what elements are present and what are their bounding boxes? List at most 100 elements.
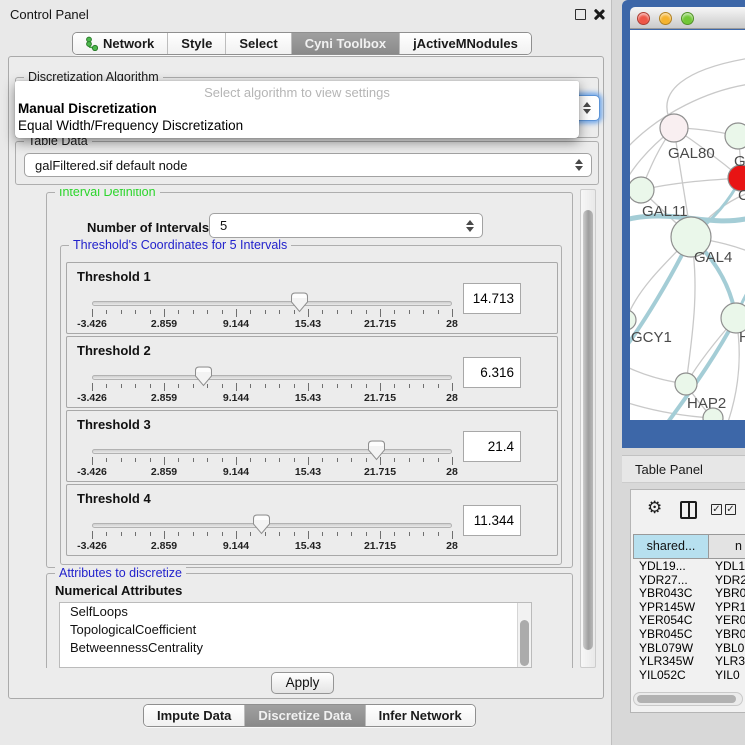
checkbox-icon[interactable]: ✓: [725, 504, 736, 515]
slider-tick: [279, 310, 280, 314]
slider-track[interactable]: [92, 375, 452, 380]
table-cell: YBL079W: [633, 641, 709, 655]
table-horizontal-scrollbar[interactable]: [633, 692, 743, 706]
scrollbar-thumb[interactable]: [583, 210, 593, 650]
network-node-label: C: [738, 187, 745, 204]
combo-stepper-icon: [575, 159, 583, 171]
tab-jactivemnodules[interactable]: jActiveMNodules: [400, 33, 531, 54]
table-rows: YDL19...YDL1YDR27...YDR2YBR043CYBR0YPR14…: [633, 559, 745, 681]
table-column-header-n[interactable]: n: [709, 534, 745, 559]
gear-icon[interactable]: ⚙: [647, 498, 662, 518]
network-node[interactable]: [630, 310, 636, 330]
slider-handle[interactable]: [194, 366, 213, 387]
numerical-attributes-list[interactable]: SelfLoopsTopologicalCoefficientBetweenne…: [59, 602, 532, 668]
table-cell: YLR3: [709, 654, 745, 668]
apply-button[interactable]: Apply: [271, 672, 334, 694]
threshold-value-field[interactable]: 11.344: [463, 505, 521, 536]
table-row[interactable]: YDL19...YDL1: [633, 559, 745, 573]
table-row[interactable]: YER054CYER0: [633, 613, 745, 627]
scrollbar-thumb[interactable]: [637, 695, 736, 703]
scrollbar-thumb[interactable]: [520, 620, 529, 666]
threshold-value-field[interactable]: 14.713: [463, 283, 521, 314]
slider-tick: [380, 309, 381, 317]
slider-tick: [394, 532, 395, 536]
table-cell: YIL052C: [633, 668, 709, 682]
algorithm-option-manual-discretization[interactable]: Manual Discretization: [15, 100, 579, 117]
attribute-item-topologicalcoefficient[interactable]: TopologicalCoefficient: [60, 621, 531, 639]
slider-tick-label: -3.426: [77, 318, 107, 330]
slider-tick: [380, 383, 381, 391]
threshold-slider[interactable]: -3.4262.8599.14415.4321.71528: [92, 301, 452, 331]
table-row[interactable]: YBR043CYBR0: [633, 586, 745, 600]
zoom-traffic-light-icon[interactable]: [681, 12, 694, 25]
tab-infer-network[interactable]: Infer Network: [366, 705, 475, 726]
minimize-traffic-light-icon[interactable]: [659, 12, 672, 25]
network-node[interactable]: [725, 123, 745, 149]
table-data-combobox[interactable]: galFiltered.sif default node: [24, 153, 592, 177]
threshold-panel: Threshold 2 -3.4262.8599.14415.4321.7152…: [66, 336, 558, 408]
slider-handle[interactable]: [290, 292, 309, 313]
table-row[interactable]: YPR145WYPR1: [633, 600, 745, 614]
float-window-icon[interactable]: [575, 9, 586, 20]
attributes-list-scrollbar[interactable]: [517, 603, 531, 667]
slider-tick: [265, 310, 266, 314]
slider-track[interactable]: [92, 449, 452, 454]
slider-tick: [337, 532, 338, 536]
attribute-item-betweennesscentrality[interactable]: BetweennessCentrality: [60, 639, 531, 657]
control-panel-window: Control Panel NetworkStyleSelectCyni Too…: [0, 0, 612, 745]
slider-track[interactable]: [92, 301, 452, 306]
table-cell: YBR043C: [633, 586, 709, 600]
network-node[interactable]: [630, 177, 654, 203]
threshold-value-field[interactable]: 6.316: [463, 357, 521, 388]
slider-tick: [423, 532, 424, 536]
close-traffic-light-icon[interactable]: [637, 12, 650, 25]
threshold-slider[interactable]: -3.4262.8599.14415.4321.71528: [92, 523, 452, 553]
slider-tick: [351, 532, 352, 536]
slider-tick: [409, 532, 410, 536]
threshold-label: Threshold 2: [77, 343, 151, 358]
slider-handle[interactable]: [367, 440, 386, 461]
attribute-item-selfloops[interactable]: SelfLoops: [60, 603, 531, 621]
number-of-intervals-value: 5: [220, 218, 227, 233]
table-row[interactable]: YBL079WYBL0: [633, 641, 745, 655]
tab-impute-data[interactable]: Impute Data: [144, 705, 245, 726]
tab-network-label: Network: [103, 36, 154, 51]
slider-tick: [265, 384, 266, 388]
slider-tick-label: 9.144: [223, 392, 249, 404]
network-edge[interactable]: [641, 178, 741, 190]
slider-handle[interactable]: [252, 514, 271, 535]
tab-network[interactable]: Network: [73, 33, 168, 54]
table-cell: YBR0: [709, 627, 745, 641]
table-row[interactable]: YLR345WYLR3: [633, 654, 745, 668]
slider-tick: [380, 531, 381, 539]
number-of-intervals-combobox[interactable]: 5: [209, 213, 483, 238]
algorithm-option-equal-width-frequency-discretization[interactable]: Equal Width/Frequency Discretization: [15, 117, 579, 134]
combo-stepper-icon: [466, 220, 474, 232]
threshold-value-field[interactable]: 21.4: [463, 431, 521, 462]
tab-jactivemnodules-label: jActiveMNodules: [413, 36, 518, 51]
table-row[interactable]: YIL052CYIL0: [633, 668, 745, 682]
slider-track[interactable]: [92, 523, 452, 528]
threshold-slider[interactable]: -3.4262.8599.14415.4321.71528: [92, 449, 452, 479]
tab-discretize-data[interactable]: Discretize Data: [245, 705, 365, 726]
network-node[interactable]: [675, 373, 697, 395]
slider-tick-label: 15.43: [295, 392, 321, 404]
tab-select[interactable]: Select: [226, 33, 291, 54]
table-row[interactable]: YDR27...YDR2: [633, 573, 745, 587]
close-icon[interactable]: [593, 9, 604, 20]
slider-tick: [92, 531, 93, 539]
table-row[interactable]: YBR045CYBR0: [633, 627, 745, 641]
network-canvas[interactable]: GAL80GACGAL11GAL4GCY1HHAP2: [630, 30, 745, 420]
table-column-header-shared-[interactable]: shared...: [633, 534, 709, 559]
slider-tick-label: 15.43: [295, 540, 321, 552]
threshold-slider[interactable]: -3.4262.8599.14415.4321.71528: [92, 375, 452, 405]
tab-cyni-toolbox[interactable]: Cyni Toolbox: [292, 33, 400, 54]
settings-vertical-scrollbar[interactable]: [580, 189, 596, 668]
slider-tick: [351, 384, 352, 388]
checkbox-icon[interactable]: ✓: [711, 504, 722, 515]
slider-tick: [423, 458, 424, 462]
tab-style[interactable]: Style: [168, 33, 226, 54]
network-node[interactable]: [660, 114, 688, 142]
network-node-label: GCY1: [631, 329, 672, 346]
columns-icon[interactable]: [680, 501, 697, 519]
